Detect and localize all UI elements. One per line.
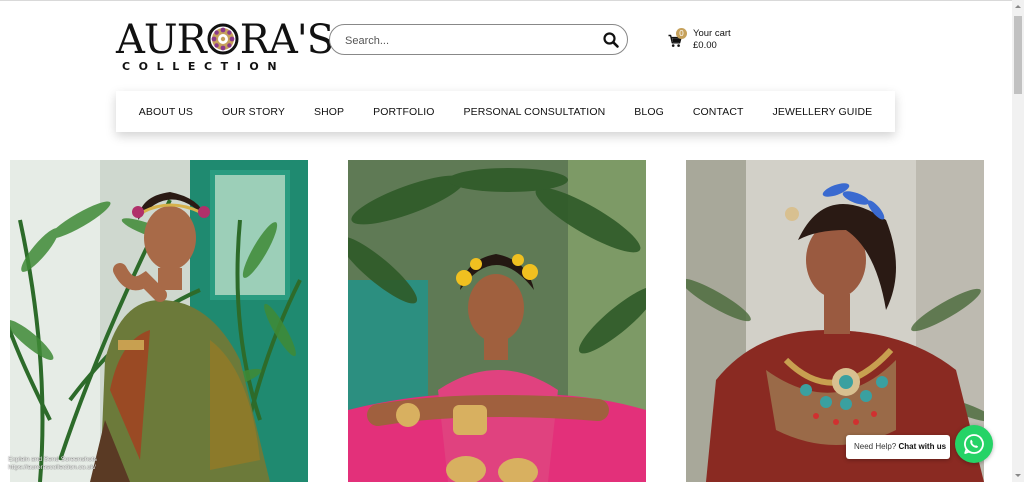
logo-subtitle: COLLECTION: [122, 60, 286, 73]
gallery-photo-2[interactable]: [348, 160, 646, 482]
scrollbar-thumb[interactable]: [1014, 16, 1022, 94]
whatsapp-icon: [964, 434, 984, 454]
screenshot-watermark: Explain and Send Screenshots https://aur…: [8, 456, 97, 472]
logo-word-end: RA'S: [239, 17, 334, 63]
chat-prefix: Need Help?: [854, 442, 897, 451]
whatsapp-button[interactable]: [955, 425, 993, 463]
logo-wordmark: AUR RA'S: [116, 17, 334, 63]
gallery-photo-1[interactable]: [10, 160, 308, 482]
nav-blog[interactable]: BLOG: [634, 106, 664, 118]
cart-count-badge: 0: [676, 28, 687, 39]
scroll-up-arrow-icon[interactable]: [1012, 0, 1024, 14]
site-logo[interactable]: AUR RA'S COLLECTION: [116, 18, 334, 74]
model-photo-3: [686, 160, 984, 482]
nav-portfolio[interactable]: PORTFOLIO: [373, 106, 434, 118]
model-photo-2: [348, 160, 646, 482]
nav-our-story[interactable]: OUR STORY: [222, 106, 285, 118]
model-photo-1: [10, 160, 308, 482]
watermark-line-1: Explain and Send Screenshots: [8, 456, 97, 463]
chat-help-pill[interactable]: Need Help? Chat with us: [846, 435, 950, 459]
search-icon[interactable]: [602, 31, 620, 49]
nav-shop[interactable]: SHOP: [314, 106, 344, 118]
nav-personal-consultation[interactable]: PERSONAL CONSULTATION: [464, 106, 606, 118]
cart-widget[interactable]: 0 Your cart £0.00: [668, 28, 748, 56]
chat-cta: Chat with us: [898, 442, 947, 451]
logo-mandala-icon: [207, 23, 239, 55]
page-scrollbar[interactable]: [1012, 0, 1024, 482]
search-input[interactable]: [343, 31, 587, 51]
logo-word-start: AUR: [116, 17, 207, 63]
nav-about-us[interactable]: ABOUT US: [139, 106, 193, 118]
gallery-photo-3[interactable]: [686, 160, 984, 482]
watermark-line-2: https://aurorascollection.co.uk/: [8, 464, 96, 471]
top-border: [0, 0, 1012, 1]
nav-jewellery-guide[interactable]: JEWELLERY GUIDE: [773, 106, 873, 118]
search-bar: [329, 24, 628, 55]
nav-contact[interactable]: CONTACT: [693, 106, 744, 118]
main-nav: ABOUT US OUR STORY SHOP PORTFOLIO PERSON…: [116, 91, 895, 132]
scroll-down-arrow-icon[interactable]: [1012, 468, 1024, 482]
cart-total: £0.00: [693, 40, 717, 51]
cart-label: Your cart: [693, 28, 731, 39]
